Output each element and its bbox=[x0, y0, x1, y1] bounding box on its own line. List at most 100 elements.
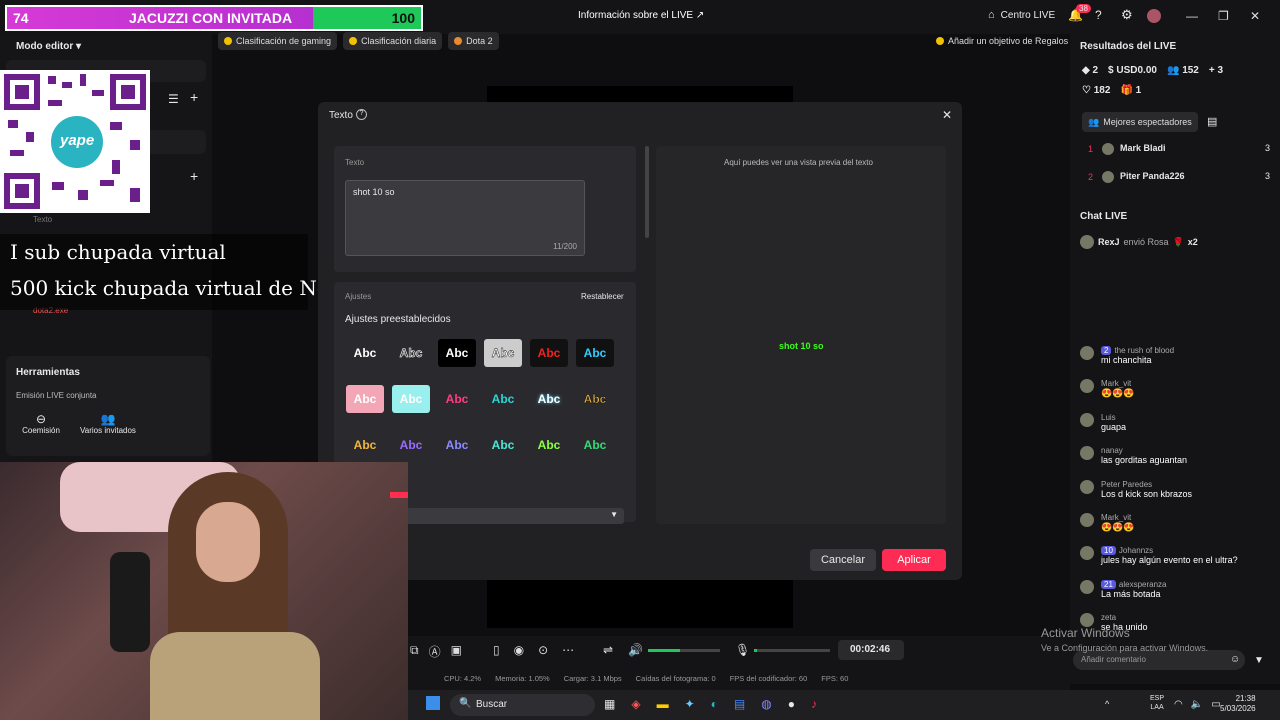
discord-icon[interactable]: ◍ bbox=[761, 697, 771, 711]
cancel-button[interactable]: Cancelar bbox=[810, 549, 876, 571]
maximize-icon[interactable]: ❐ bbox=[1218, 9, 1229, 23]
close-window-icon[interactable]: ✕ bbox=[1250, 9, 1260, 23]
text-preset-7[interactable]: Abc bbox=[346, 385, 384, 413]
chat-list: 2 the rush of blood mi chanchita Mark_vit 😍😍… bbox=[1080, 346, 1270, 647]
taskbar-search[interactable]: 🔍 Buscar bbox=[450, 694, 595, 716]
mode-editor-dropdown[interactable]: Modo editor ▾ bbox=[16, 41, 81, 52]
filter-icon[interactable]: ▼ bbox=[1254, 655, 1264, 666]
text-preset-17[interactable]: Abc bbox=[530, 431, 568, 459]
phone-icon[interactable]: ▯ bbox=[493, 643, 500, 657]
text-input[interactable]: shot 10 so 11/200 bbox=[345, 180, 585, 256]
coemision-button[interactable]: ⊖ Coemisión bbox=[14, 412, 68, 454]
chat-message[interactable]: Mark_vit 😍😍😍 bbox=[1080, 512, 1270, 546]
add-gift-goal-button[interactable]: Añadir un objetivo de Regalos bbox=[930, 32, 1074, 50]
text-preset-6[interactable]: Abc bbox=[576, 339, 614, 367]
chip-daily-ranking[interactable]: Clasificación diaria bbox=[343, 32, 443, 50]
text-preset-11[interactable]: Abc bbox=[530, 385, 568, 413]
text-preset-12[interactable]: Abc bbox=[576, 385, 614, 413]
search-icon: 🔍 bbox=[459, 698, 472, 709]
coemision-label: Coemisión bbox=[22, 426, 60, 435]
live-info-title[interactable]: Información sobre el LIVE ↗ bbox=[578, 10, 704, 21]
text-preset-16[interactable]: Abc bbox=[484, 431, 522, 459]
center-live-link[interactable]: ⌂ Centro LIVE bbox=[988, 9, 1055, 21]
language-indicator[interactable]: ESP LAA bbox=[1150, 694, 1164, 712]
store-icon[interactable]: ▤ bbox=[734, 697, 745, 711]
chat-text: guapa bbox=[1101, 421, 1127, 432]
brave-icon[interactable]: ◈ bbox=[631, 697, 640, 711]
scrollbar[interactable] bbox=[645, 146, 649, 238]
speaker-icon[interactable]: 🔈 bbox=[1191, 699, 1203, 710]
text-preset-1[interactable]: Abc bbox=[346, 339, 384, 367]
text-preset-13[interactable]: Abc bbox=[346, 431, 384, 459]
volume-slider[interactable] bbox=[648, 649, 720, 652]
chip-daily-label: Clasificación diaria bbox=[361, 36, 437, 46]
chat-message[interactable]: 10 Johannzs jules hay algún evento en el u… bbox=[1080, 546, 1270, 579]
avatar[interactable] bbox=[1147, 9, 1161, 23]
windows-start-icon[interactable] bbox=[426, 696, 440, 710]
edge-icon[interactable]: ◐ bbox=[711, 697, 718, 711]
add-source-icon[interactable]: + bbox=[190, 168, 198, 184]
text-preset-3[interactable]: Abc bbox=[438, 339, 476, 367]
more-icon[interactable]: ⋯ bbox=[562, 643, 574, 657]
top-viewer-1[interactable]: 1 Mark Bladi 3 bbox=[1088, 143, 1270, 155]
chat-avatar bbox=[1080, 346, 1094, 360]
reset-button[interactable]: Restablecer bbox=[581, 292, 624, 301]
apply-button[interactable]: Aplicar bbox=[882, 549, 946, 571]
text-preset-9[interactable]: Abc bbox=[438, 385, 476, 413]
help-icon[interactable]: ? bbox=[1095, 8, 1102, 22]
clock[interactable]: 21:38 5/03/2026 bbox=[1220, 694, 1256, 714]
copilot-icon[interactable]: ✦ bbox=[685, 697, 695, 711]
layout-icon[interactable]: ▣ bbox=[451, 643, 462, 660]
chat-message[interactable]: Mark_vit 😍😍😍 bbox=[1080, 379, 1270, 412]
chat-message[interactable]: Peter Paredes Los d kick son kbrazos bbox=[1080, 479, 1270, 513]
mic-icon[interactable]: 🎙 bbox=[735, 643, 750, 657]
close-icon[interactable]: ✕ bbox=[942, 108, 952, 122]
chip-dota[interactable]: Dota 2 bbox=[448, 32, 499, 50]
gear-icon[interactable]: ⚙ bbox=[1121, 7, 1133, 23]
layer-text[interactable]: Texto bbox=[33, 215, 52, 224]
chat-username-text: nanay bbox=[1101, 446, 1123, 456]
text-preset-2[interactable]: Abc bbox=[392, 339, 430, 367]
chat-username: 2 the rush of blood bbox=[1101, 346, 1270, 355]
top-viewer-2[interactable]: 2 Piter Panda226 3 bbox=[1088, 171, 1270, 183]
text-preset-10[interactable]: Abc bbox=[484, 385, 522, 413]
chevron-up-icon[interactable]: ^ bbox=[1105, 699, 1109, 709]
top-viewers-tab[interactable]: 👥 Mejores espectadores bbox=[1082, 112, 1198, 132]
help-icon[interactable]: ? bbox=[356, 109, 367, 120]
task-view-icon[interactable]: ▦ bbox=[604, 697, 615, 711]
list-icon[interactable]: ☰ bbox=[168, 92, 179, 106]
text-preset-5[interactable]: Abc bbox=[530, 339, 568, 367]
text-preset-8[interactable]: Abc bbox=[392, 385, 430, 413]
preview-panel bbox=[656, 146, 946, 524]
chat-username: zeta bbox=[1101, 613, 1270, 622]
folder-icon[interactable]: ▬ bbox=[657, 697, 669, 711]
camera-icon[interactable]: ⊙ bbox=[538, 643, 548, 657]
wifi-icon[interactable]: ◠ bbox=[1174, 699, 1183, 710]
mic-slider[interactable] bbox=[754, 649, 830, 652]
ai-icon[interactable]: Ⓐ bbox=[429, 643, 441, 660]
record-icon[interactable]: ◉ bbox=[514, 643, 524, 657]
text-preset-18[interactable]: Abc bbox=[576, 431, 614, 459]
share-icon[interactable]: ↗ bbox=[696, 10, 704, 21]
chat-message[interactable]: Luis guapa bbox=[1080, 412, 1270, 446]
comment-input[interactable]: Añadir comentario bbox=[1073, 650, 1245, 670]
chat-message[interactable]: 21 alexsperanza La más botada bbox=[1080, 579, 1270, 613]
text-preset-15[interactable]: Abc bbox=[438, 431, 476, 459]
volume-icon[interactable]: 🔊 bbox=[628, 643, 643, 657]
text-preset-14[interactable]: Abc bbox=[392, 431, 430, 459]
settings-sliders-icon[interactable]: ⇌ bbox=[603, 643, 613, 657]
minimize-icon[interactable]: — bbox=[1186, 9, 1198, 23]
chip-gaming-ranking[interactable]: Clasificación de gaming bbox=[218, 32, 338, 50]
font-dropdown[interactable]: ▼ bbox=[406, 508, 624, 524]
list-icon[interactable]: ▤ bbox=[1207, 115, 1217, 128]
obs-icon[interactable]: ● bbox=[788, 697, 795, 711]
crop-icon[interactable]: ⧉ bbox=[410, 643, 419, 660]
varios-invitados-button[interactable]: 👥 Varios invitados bbox=[78, 412, 138, 454]
emoji-icon[interactable]: ☺ bbox=[1230, 654, 1240, 665]
tiktok-icon[interactable]: ♪ bbox=[811, 697, 817, 711]
chat-message[interactable]: nanay las gorditas aguantan bbox=[1080, 446, 1270, 479]
add-scene-icon[interactable]: + bbox=[190, 89, 198, 105]
text-preset-4[interactable]: Abc bbox=[484, 339, 522, 367]
chat-message[interactable]: 2 the rush of blood mi chanchita bbox=[1080, 346, 1270, 379]
chat-username: nanay bbox=[1101, 446, 1270, 455]
